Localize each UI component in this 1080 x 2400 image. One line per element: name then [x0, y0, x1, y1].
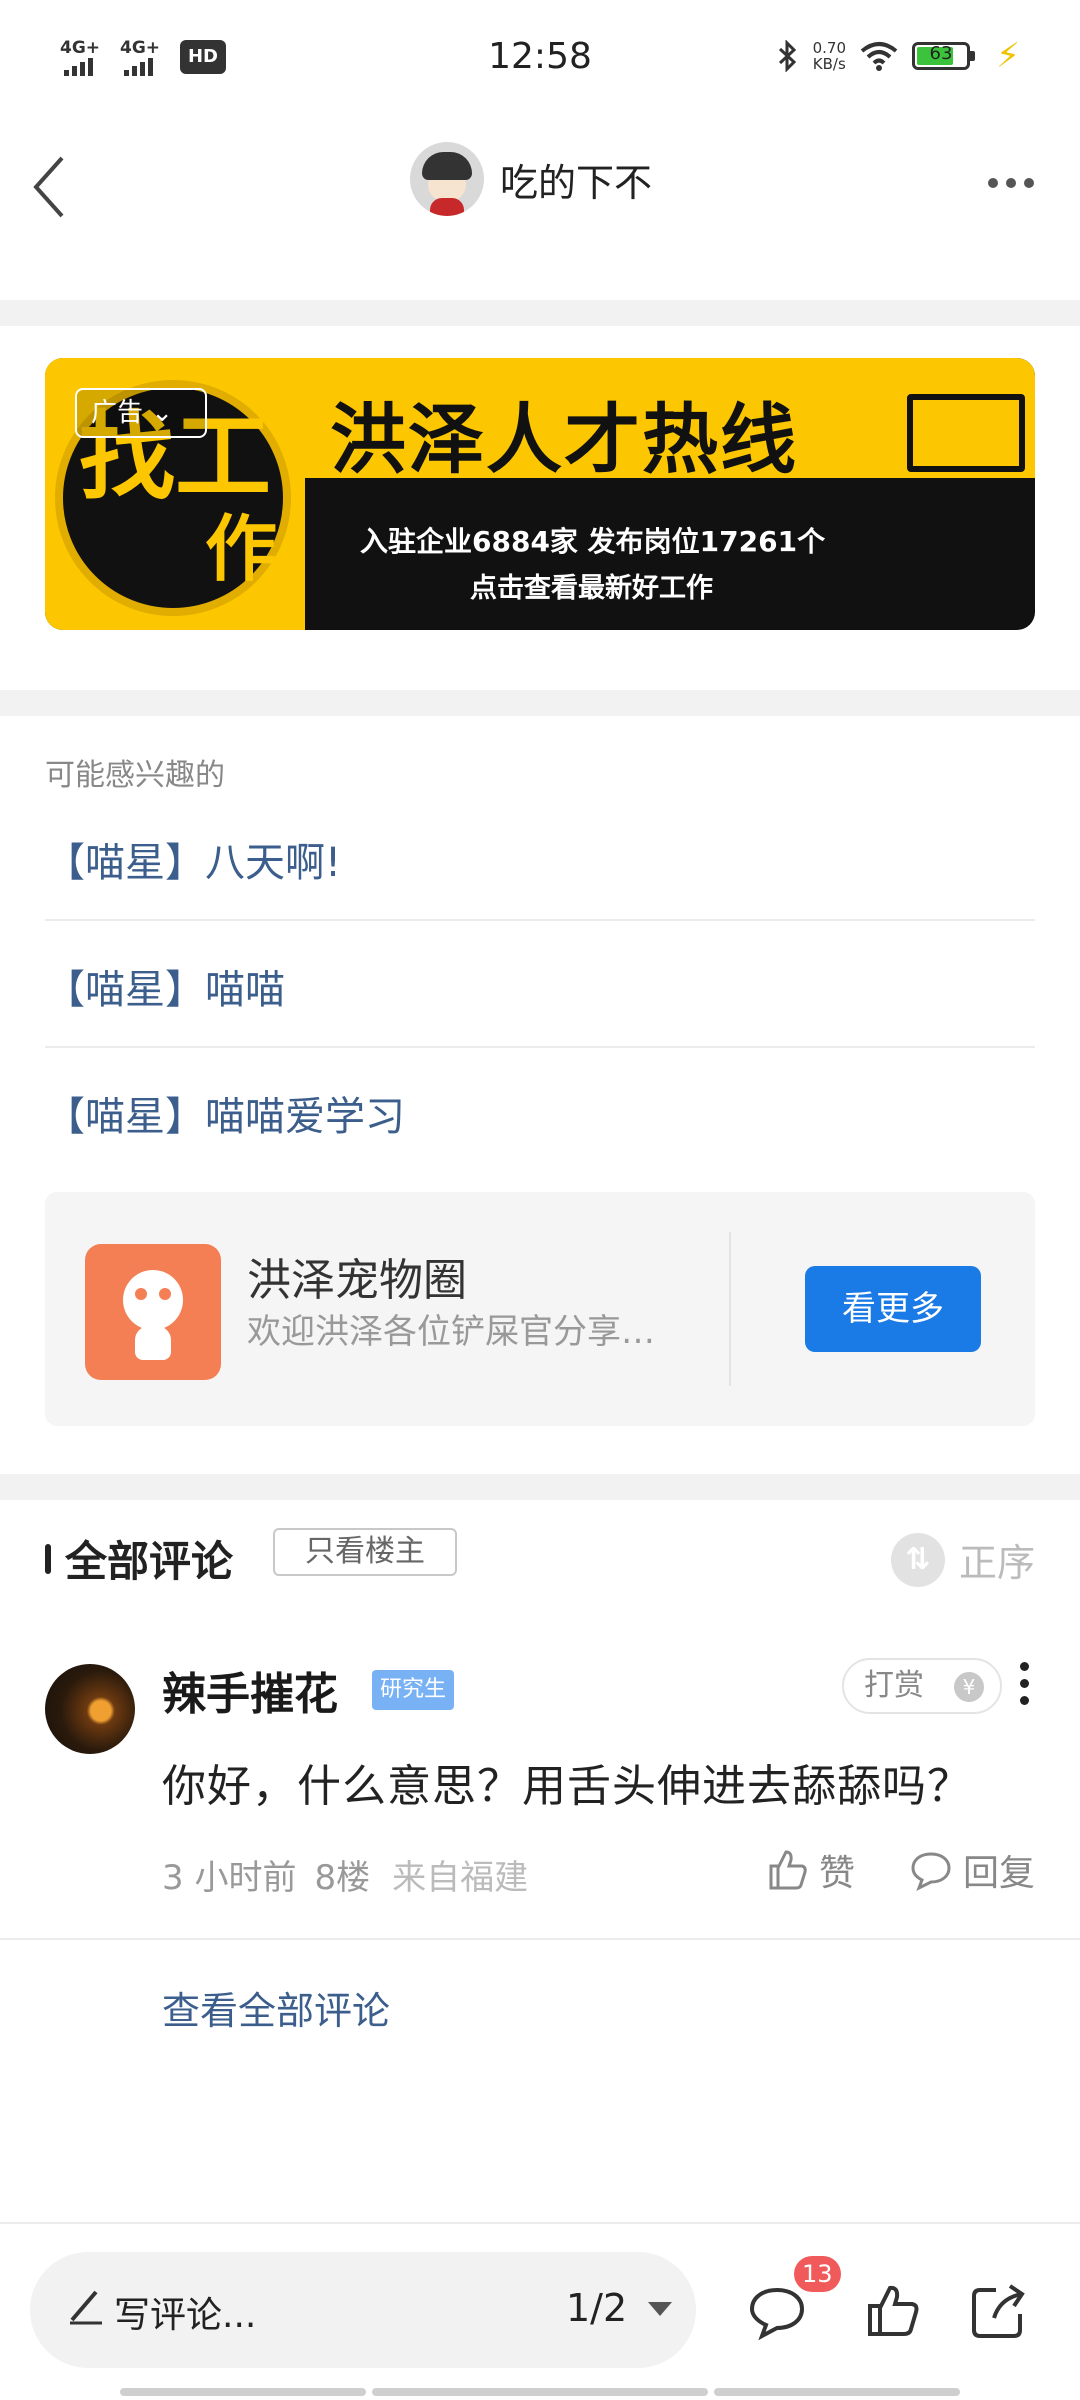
chevron-down-icon: ⌄	[151, 398, 174, 428]
reply-label[interactable]: 回复	[963, 1844, 1035, 1896]
status-right: 0.70 KB/s 63	[777, 40, 975, 72]
more-options-icon[interactable]	[988, 178, 1034, 188]
back-button[interactable]	[28, 152, 72, 222]
sort-icon: ⇅	[890, 1532, 945, 1587]
comments-title: 全部评论	[65, 1537, 234, 1586]
avatar[interactable]	[45, 1664, 135, 1754]
recommend-item-label: 【喵星】八天啊!	[45, 840, 342, 886]
comment-floor: 8楼	[314, 1858, 371, 1898]
comment-more-icon[interactable]	[1020, 1662, 1029, 1705]
top-nav: 吃的下不	[0, 120, 1080, 295]
battery-level: 63	[929, 43, 953, 64]
divider	[0, 2222, 1080, 2224]
comment-meta: 3 小时前 8楼 来自福建	[162, 1850, 528, 1899]
see-more-button[interactable]: 看更多	[805, 1266, 981, 1352]
share-icon[interactable]	[964, 2276, 1034, 2346]
battery-icon: 63	[912, 42, 975, 70]
section-divider	[0, 1474, 1080, 1500]
net-speed-value: 0.70	[812, 39, 846, 57]
author-avatar[interactable]	[410, 142, 484, 216]
sort-order-label: 正序	[958, 1541, 1035, 1585]
comment-location: 来自福建	[392, 1858, 529, 1898]
wifi-icon	[860, 42, 898, 71]
recommend-item-label: 【喵星】喵喵爱学习	[45, 1094, 405, 1140]
comment-input[interactable]: 写评论... 1/2	[30, 2252, 696, 2368]
coin-icon: ¥	[954, 1672, 984, 1702]
page-title[interactable]: 吃的下不	[500, 152, 652, 207]
forum-card[interactable]: 洪泽宠物圈 欢迎洪泽各位铲屎官分享… 看更多	[45, 1192, 1035, 1426]
home-indicator	[120, 2388, 366, 2396]
tip-button[interactable]: 打赏 ¥	[842, 1658, 1002, 1714]
section-divider	[0, 690, 1080, 716]
comment-count-badge: 13	[794, 2256, 841, 2292]
section-marker	[45, 1544, 51, 1574]
page-indicator[interactable]: 1/2	[566, 2286, 627, 2330]
reply-bubble-icon[interactable]	[909, 1848, 953, 1892]
ad-stats-line: 入驻企业6884家 发布岗位17261个	[360, 525, 826, 558]
recommend-item[interactable]: 【喵星】喵喵爱学习	[45, 1048, 1035, 1175]
comment-text: 你好，什么意思？用舌头伸进去舔舔吗？	[162, 1761, 972, 1812]
only-op-toggle[interactable]: 只看楼主	[273, 1528, 457, 1576]
divider	[729, 1232, 731, 1386]
monitor-icon	[907, 394, 1025, 472]
status-bar: 4G+ 4G+ HD 12:58 0.70 KB/s 63 ⚡	[0, 0, 1080, 120]
net-speed: 0.70 KB/s	[813, 40, 846, 72]
user-badge: 研究生	[372, 1670, 455, 1710]
like-icon[interactable]	[858, 2276, 928, 2346]
forum-name: 洪泽宠物圈	[247, 1255, 467, 1306]
ad-banner[interactable]: 找工 作 广告 ⌄ 洪泽人才热线 入驻企业6884家 发布岗位17261个 点击…	[45, 358, 1035, 630]
sort-order-toggle[interactable]: ⇅ 正序	[890, 1532, 1035, 1587]
recommend-heading: 可能感兴趣的	[45, 758, 225, 793]
cat-icon	[85, 1244, 221, 1380]
bluetooth-icon	[778, 40, 796, 72]
caret-down-icon[interactable]	[648, 2302, 672, 2316]
ad-cta-line: 点击查看最新好工作	[470, 573, 713, 604]
thumbs-up-icon[interactable]	[765, 1848, 809, 1892]
home-indicator	[714, 2388, 960, 2396]
comment-username[interactable]: 辣手摧花	[162, 1658, 338, 1722]
comment-actions: 赞 回复	[765, 1844, 1035, 1896]
ad-tag-label: 广告	[91, 398, 144, 428]
title-group[interactable]: 吃的下不	[410, 142, 652, 216]
comment-input-placeholder: 写评论...	[114, 2295, 257, 2336]
comment-item: 辣手摧花 研究生 打赏 ¥ 你好，什么意思？用舌头伸进去舔舔吗？ 3 小时前 8楼…	[0, 1648, 1080, 1940]
view-all-comments-link[interactable]: 查看全部评论	[162, 1980, 390, 2035]
ad-tag[interactable]: 广告 ⌄	[75, 388, 207, 438]
comment-time: 3 小时前	[162, 1858, 297, 1898]
home-indicator	[372, 2388, 708, 2396]
net-speed-unit: KB/s	[812, 55, 846, 73]
pen-icon	[70, 2290, 102, 2325]
like-label[interactable]: 赞	[819, 1844, 855, 1896]
tip-label: 打赏	[864, 1668, 924, 1703]
ad-circle-text: 作	[205, 507, 278, 591]
ad-headline: 洪泽人才热线	[330, 395, 798, 484]
recommend-item-label: 【喵星】喵喵	[45, 967, 285, 1013]
forum-description: 欢迎洪泽各位铲屎官分享…	[247, 1312, 655, 1352]
section-divider	[0, 300, 1080, 326]
comments-header: 全部评论 只看楼主 ⇅ 正序	[45, 1528, 1035, 1598]
charging-icon: ⚡	[996, 36, 1020, 76]
recommend-item[interactable]: 【喵星】喵喵	[45, 921, 1035, 1048]
recommend-item[interactable]: 【喵星】八天啊!	[45, 794, 1035, 921]
